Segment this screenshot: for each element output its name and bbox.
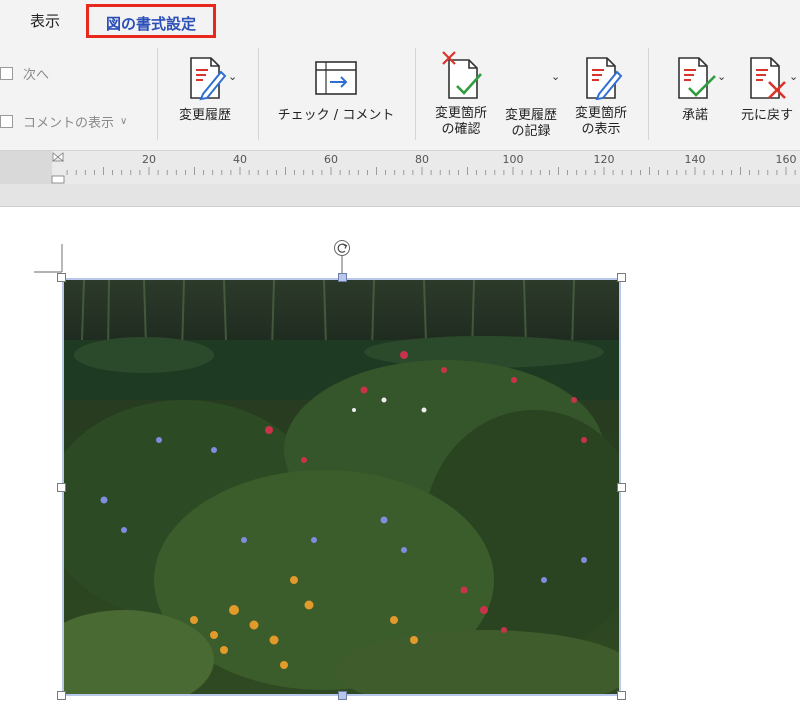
resize-handle-right[interactable]: [617, 483, 626, 492]
resize-handle-bottom-right[interactable]: [617, 691, 626, 700]
resize-handle-bottom-left[interactable]: [57, 691, 66, 700]
indent-marker-icon: [51, 152, 65, 162]
ribbon-toolbar: 次へ コメントの表示 ∨ 変更履歴 ⌄ チェック / コメント 変更箇所 の確認…: [0, 42, 800, 150]
record-changes-label-line2: の記録: [511, 124, 551, 139]
ruler-label: 60: [324, 153, 338, 166]
chevron-down-icon[interactable]: ⌄: [551, 70, 560, 83]
show-comments-button[interactable]: コメントの表示 ∨: [0, 112, 127, 131]
reject-button[interactable]: 元に戻す: [734, 54, 800, 124]
chevron-down-icon[interactable]: ⌄: [789, 70, 798, 83]
accept-icon: [678, 57, 716, 99]
review-changes-icon: [442, 51, 482, 99]
ruler-label: 120: [594, 153, 615, 166]
resize-handle-top[interactable]: [338, 273, 347, 282]
ruler-label: 160: [776, 153, 797, 166]
next-comment-button[interactable]: 次へ: [0, 64, 49, 83]
next-label: 次へ: [23, 68, 50, 83]
garden-photo[interactable]: [62, 278, 621, 696]
ribbon-tab-bar: 表示 図の書式設定: [0, 0, 800, 42]
ribbon-separator: [648, 48, 649, 140]
reject-icon: [750, 57, 786, 99]
tab-format-picture[interactable]: 図の書式設定: [86, 4, 216, 38]
show-changes-icon: [586, 57, 623, 100]
show-comments-label: コメントの表示: [23, 116, 115, 131]
ribbon-separator: [157, 48, 158, 140]
check-comment-label: チェック / コメント: [277, 108, 395, 123]
resize-handle-top-left[interactable]: [57, 273, 66, 282]
ruler-label: 20: [142, 153, 156, 166]
comment-checkbox-icon: [0, 115, 13, 128]
ribbon-separator: [258, 48, 259, 140]
accept-button[interactable]: 承諾: [662, 54, 728, 124]
review-changes-label-line1: 変更箇所: [434, 106, 487, 121]
show-changes-label-line2: の表示: [581, 122, 621, 137]
ruler-label: 80: [415, 153, 429, 166]
record-changes-button[interactable]: 変更履歴 の記録: [498, 108, 564, 140]
ribbon-separator: [415, 48, 416, 140]
accept-label: 承諾: [681, 108, 708, 123]
chevron-down-icon[interactable]: ⌄: [228, 70, 237, 83]
tab-view[interactable]: 表示: [30, 8, 60, 34]
review-changes-label-line2: の確認: [441, 122, 481, 137]
left-indent-marker-icon: [51, 175, 65, 184]
check-comment-button[interactable]: チェック / コメント: [270, 54, 402, 124]
record-changes-label-line1: 変更履歴: [504, 108, 557, 123]
track-changes-label: 変更履歴: [178, 108, 231, 123]
ruler-label: 40: [233, 153, 247, 166]
ruler-scale: 20 40 60 80 100 120 140 160: [0, 151, 797, 185]
ruler-label: 100: [503, 153, 524, 166]
ruler-label: 140: [685, 153, 706, 166]
check-comment-icon: [315, 61, 357, 95]
resize-handle-top-right[interactable]: [617, 273, 626, 282]
next-icon: [0, 67, 13, 80]
resize-handle-bottom[interactable]: [338, 691, 347, 700]
show-changes-label-line1: 変更箇所: [574, 106, 627, 121]
horizontal-ruler[interactable]: 20 40 60 80 100 120 140 160: [0, 150, 800, 185]
resize-handle-left[interactable]: [57, 483, 66, 492]
chevron-down-icon[interactable]: ⌄: [717, 70, 726, 83]
chevron-down-icon: ∨: [120, 116, 128, 127]
garden-image: [64, 280, 619, 694]
track-changes-icon: [190, 57, 227, 101]
reject-label: 元に戻す: [740, 108, 793, 123]
show-changes-button[interactable]: 変更箇所 の表示: [568, 50, 634, 138]
review-changes-button[interactable]: 変更箇所 の確認: [428, 50, 494, 138]
margin-corner-mark: [34, 244, 63, 273]
rotate-handle[interactable]: [332, 238, 352, 278]
document-gutter: [0, 184, 800, 207]
track-changes-button[interactable]: 変更履歴: [172, 54, 238, 124]
